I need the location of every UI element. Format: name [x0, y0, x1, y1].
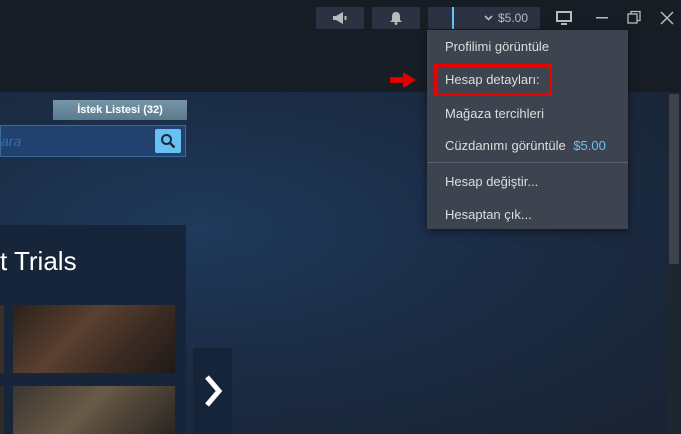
- minimize-icon: [596, 17, 608, 19]
- menu-item-view-wallet[interactable]: Cüzdanımı görüntüle $5.00: [445, 138, 606, 153]
- big-picture-button[interactable]: [555, 9, 573, 27]
- highlight-box: [434, 64, 552, 96]
- chevron-down-icon: [484, 15, 493, 21]
- announcements-button[interactable]: [316, 7, 364, 29]
- minimize-button[interactable]: [593, 9, 611, 27]
- game-thumbnail[interactable]: [0, 305, 4, 373]
- search-button[interactable]: [155, 129, 181, 153]
- avatar: [452, 7, 454, 29]
- menu-item-view-profile[interactable]: Profilimi görüntüle: [445, 39, 549, 54]
- restore-button[interactable]: [625, 9, 643, 27]
- account-dropdown-menu: Profilimi görüntüle Hesap detayları: Mağ…: [427, 30, 628, 229]
- annotation-arrow-icon: [390, 72, 416, 88]
- wishlist-button[interactable]: İstek Listesi (32): [53, 100, 187, 120]
- search-bar[interactable]: ara: [0, 125, 186, 157]
- bell-icon: [390, 12, 402, 25]
- chevron-right-icon: [204, 375, 222, 407]
- menu-item-change-account[interactable]: Hesap değiştir...: [445, 174, 538, 189]
- game-thumbnail[interactable]: [13, 386, 175, 434]
- account-menu-button[interactable]: $5.00: [428, 7, 540, 29]
- menu-item-sign-out[interactable]: Hesaptan çık...: [445, 207, 532, 222]
- game-thumbnail[interactable]: [0, 386, 4, 434]
- notifications-button[interactable]: [372, 7, 420, 29]
- menu-item-store-preferences[interactable]: Mağaza tercihleri: [445, 106, 544, 121]
- wallet-balance: $5.00: [498, 11, 529, 25]
- monitor-icon: [556, 11, 572, 25]
- wallet-amount: $5.00: [573, 138, 606, 153]
- scrollbar-thumb[interactable]: [669, 94, 679, 264]
- game-thumbnail[interactable]: [13, 305, 175, 373]
- menu-divider: [427, 162, 628, 163]
- menu-item-label: Cüzdanımı görüntüle: [445, 138, 566, 153]
- close-icon: [660, 11, 674, 25]
- megaphone-icon: [333, 12, 347, 24]
- restore-icon: [627, 10, 641, 24]
- carousel-next-button[interactable]: [193, 348, 232, 434]
- close-button[interactable]: [658, 9, 676, 27]
- search-input[interactable]: ara: [1, 133, 21, 149]
- search-icon: [161, 134, 176, 149]
- section-title: t Trials: [0, 246, 77, 276]
